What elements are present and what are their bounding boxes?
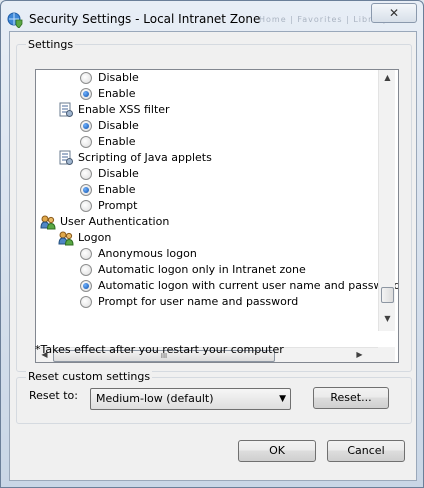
reset-group-label: Reset custom settings (26, 370, 153, 383)
reset-level-select[interactable]: Medium-low (default) ▼ (90, 388, 291, 410)
reset-button[interactable]: Reset... (313, 387, 389, 409)
radio-unchecked-icon[interactable] (80, 72, 92, 84)
radio-option-label: Enable (98, 87, 136, 100)
dialog-window: Security Settings - Local Intranet Zone … (0, 0, 424, 488)
vertical-scrollbar[interactable]: ▲ ▼ (378, 70, 395, 331)
radio-option-label: Disable (98, 119, 139, 132)
radio-unchecked-icon[interactable] (80, 136, 92, 148)
radio-option-label: Prompt for user name and password (98, 295, 299, 308)
users-icon (40, 214, 56, 230)
radio-option-label: Automatic logon only in Intranet zone (98, 263, 306, 276)
cancel-button[interactable]: Cancel (327, 440, 405, 462)
reset-to-label: Reset to: (29, 389, 78, 402)
radio-unchecked-icon[interactable] (80, 264, 92, 276)
setting-item-label: Scripting of Java applets (78, 151, 212, 164)
scroll-up-icon[interactable]: ▲ (379, 73, 396, 82)
radio-unchecked-icon[interactable] (80, 248, 92, 260)
reset-level-value: Medium-low (default) (96, 392, 214, 405)
vertical-scroll-thumb[interactable] (381, 287, 394, 303)
radio-option-label: Anonymous logon (98, 247, 197, 260)
setting-item-label: User Authentication (60, 215, 170, 228)
radio-unchecked-icon[interactable] (80, 296, 92, 308)
radio-checked-icon[interactable] (80, 120, 92, 132)
window-title: Security Settings - Local Intranet Zone (29, 12, 261, 26)
setting-item-label: Enable XSS filter (78, 103, 170, 116)
chevron-down-icon: ▼ (279, 394, 286, 404)
settings-tree-list[interactable]: Disable Enable Enable XSS filter Disable Ena… (35, 69, 399, 363)
settings-page-icon (58, 150, 74, 166)
radio-option-label: Enable (98, 183, 136, 196)
settings-group-label: Settings (26, 38, 76, 51)
background-tabs: Home | Favorites | Library (259, 15, 389, 24)
radio-checked-icon[interactable] (80, 88, 92, 100)
scroll-right-icon[interactable]: ▶ (351, 350, 368, 359)
scroll-corner (378, 347, 395, 362)
dialog-client-area: Settings Disable Enable Enable XSS filter D… (9, 31, 417, 481)
shield-globe-icon (7, 12, 23, 29)
radio-unchecked-icon[interactable] (80, 200, 92, 212)
close-icon: ✕ (388, 6, 400, 20)
settings-page-icon (58, 102, 74, 118)
radio-checked-icon[interactable] (80, 184, 92, 196)
scroll-down-icon[interactable]: ▼ (379, 314, 396, 323)
restart-footnote: *Takes effect after you restart your com… (35, 343, 284, 356)
users-icon (58, 230, 74, 246)
radio-option-label: Disable (98, 167, 139, 180)
radio-unchecked-icon[interactable] (80, 168, 92, 180)
radio-option-label: Automatic logon with current user name a… (98, 279, 399, 292)
close-button[interactable]: ✕ (371, 3, 417, 23)
title-bar[interactable]: Security Settings - Local Intranet Zone … (1, 1, 424, 35)
radio-option-label: Disable (98, 71, 139, 84)
radio-option-label: Prompt (98, 199, 138, 212)
radio-checked-icon[interactable] (80, 280, 92, 292)
setting-item-label: Logon (78, 231, 112, 244)
radio-option-label: Enable (98, 135, 136, 148)
ok-button[interactable]: OK (238, 440, 316, 462)
